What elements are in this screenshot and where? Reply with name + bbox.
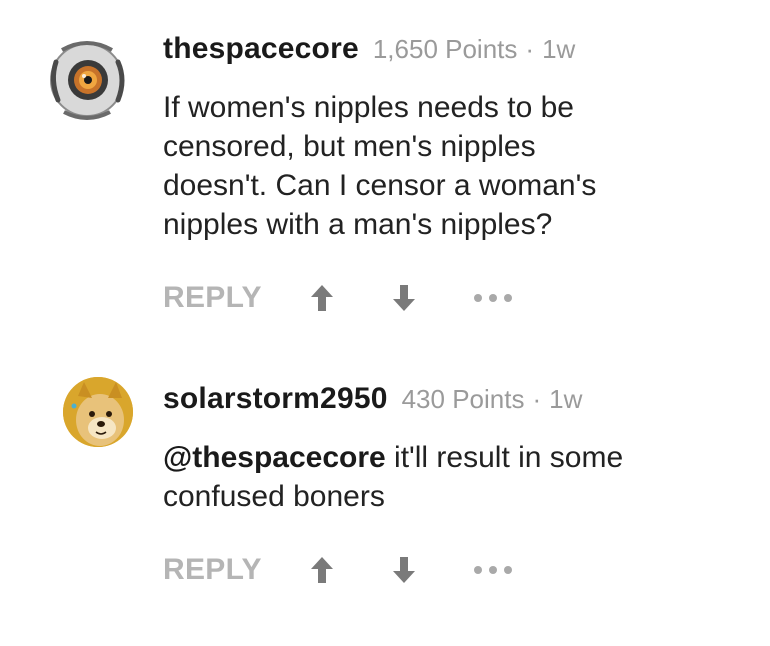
more-options-icon[interactable] xyxy=(473,292,512,304)
comment-meta: solarstorm2950 430 Points · 1w xyxy=(163,382,582,416)
downvote-arrow-icon[interactable] xyxy=(390,282,418,314)
upvote-arrow-icon[interactable] xyxy=(308,282,336,314)
comment-actions: REPLY xyxy=(163,550,512,590)
upvote-arrow-icon[interactable] xyxy=(308,554,336,586)
reply-button[interactable]: REPLY xyxy=(163,553,262,587)
timestamp: 1w xyxy=(542,34,576,64)
comment-meta: thespacecore 1,650 Points · 1w xyxy=(163,32,575,66)
mention-link[interactable]: @thespacecore xyxy=(163,441,386,474)
username[interactable]: solarstorm2950 xyxy=(163,382,388,416)
downvote-arrow-icon[interactable] xyxy=(390,554,418,586)
comment-body-text: it'll result in some xyxy=(385,441,624,474)
doge-avatar-icon[interactable] xyxy=(62,376,134,448)
points-count: 430 Points xyxy=(401,384,525,414)
comment-body-line: If women's nipples needs to be xyxy=(163,91,574,124)
timestamp: 1w xyxy=(549,384,583,414)
comment-body-line: confused boners xyxy=(163,480,385,513)
meta-separator: · xyxy=(525,34,535,64)
reply-button[interactable]: REPLY xyxy=(163,281,262,315)
comment-body-line: nipples with a man's nipples? xyxy=(163,208,553,241)
comment-body: @thespacecore it'll result in some confu… xyxy=(163,438,743,516)
comment-body: If women's nipples needs to be censored,… xyxy=(163,88,743,244)
comment-body-line: @thespacecore it'll result in some xyxy=(163,438,743,477)
meta-separator: · xyxy=(532,384,542,414)
space-core-avatar-icon[interactable] xyxy=(42,32,132,122)
points-count: 1,650 Points xyxy=(372,34,518,64)
username[interactable]: thespacecore xyxy=(163,32,359,66)
comment-body-line: censored, but men's nipples xyxy=(163,130,536,163)
comment-body-line: doesn't. Can I censor a woman's xyxy=(163,169,597,202)
comment-actions: REPLY xyxy=(163,278,512,318)
more-options-icon[interactable] xyxy=(473,564,512,576)
